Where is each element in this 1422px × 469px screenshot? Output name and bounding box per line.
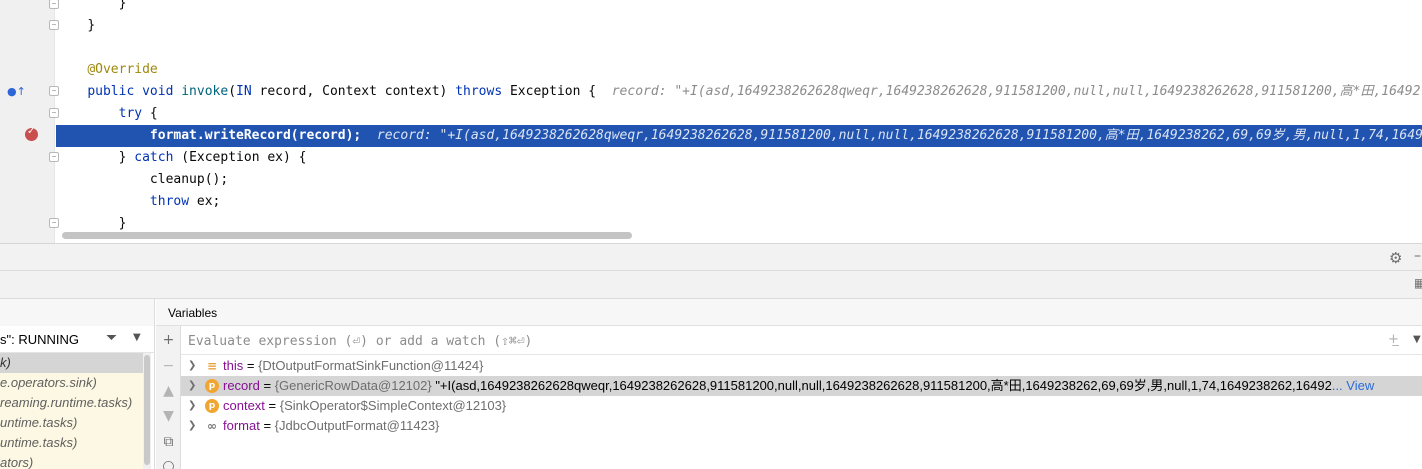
gear-icon[interactable]: ⚙ bbox=[1389, 249, 1402, 267]
stack-frame[interactable]: ators) bbox=[0, 453, 143, 469]
debug-tool-header: ⚙ – bbox=[0, 244, 1422, 271]
minimize-icon[interactable]: – bbox=[1414, 248, 1421, 264]
plus-icon[interactable]: + bbox=[160, 332, 177, 349]
filter-icon[interactable]: ⏷ bbox=[106, 330, 117, 346]
code-line-method-signature: public void invoke(IN record, Context co… bbox=[87, 84, 1421, 99]
variable-row-context[interactable]: ❯ p context = {SinkOperator$SimpleContex… bbox=[181, 396, 1422, 416]
parameter-icon: p bbox=[205, 399, 219, 413]
field-stack-icon: ≡ bbox=[206, 359, 218, 373]
frames-scrollbar[interactable] bbox=[143, 353, 151, 469]
frames-panel: s": RUNNING ⏷ ▼ k) e.operators.sink) rea… bbox=[0, 299, 155, 469]
debug-toolbar: ▦ bbox=[0, 271, 1422, 299]
variable-row-this[interactable]: ❯ ≡ this = {DtOutputFormatSinkFunction@1… bbox=[181, 356, 1422, 376]
stack-frame[interactable]: e.operators.sink) bbox=[0, 373, 143, 393]
layout-icon[interactable]: ▦ bbox=[1414, 276, 1422, 290]
editor-gutter[interactable] bbox=[0, 0, 54, 243]
expand-chevron-icon[interactable]: ❯ bbox=[188, 356, 196, 376]
expand-chevron-icon[interactable]: ❯ bbox=[188, 376, 196, 396]
thread-selector[interactable]: s": RUNNING ⏷ ▼ bbox=[0, 326, 154, 353]
minus-icon[interactable]: − bbox=[160, 358, 177, 375]
code-line: } catch (Exception ex) { bbox=[118, 150, 307, 165]
expand-chevron-icon[interactable]: ❯ bbox=[188, 416, 196, 436]
code-line: } bbox=[118, 0, 127, 11]
code-editor[interactable]: ●↑ } } @Override public void invoke(IN r… bbox=[0, 0, 1422, 243]
stack-frame[interactable]: reaming.runtime.tasks) bbox=[0, 393, 143, 413]
variables-side-toolbar: + − ▲ ▼ ⧉ ○ bbox=[156, 326, 181, 469]
horizontal-scrollbar[interactable] bbox=[62, 232, 632, 239]
code-line: throw ex; bbox=[149, 194, 221, 209]
variables-tree: ❯ ≡ this = {DtOutputFormatSinkFunction@1… bbox=[181, 356, 1422, 436]
variables-title: Variables bbox=[168, 306, 218, 320]
view-link[interactable]: ... View bbox=[1332, 378, 1374, 393]
arrow-down-icon[interactable]: ▼ bbox=[160, 408, 177, 425]
code-line: try { bbox=[118, 106, 158, 121]
stack-frame[interactable]: untime.tasks) bbox=[0, 433, 143, 453]
code-line: } bbox=[87, 18, 96, 33]
code-line: cleanup(); bbox=[149, 172, 229, 187]
override-gutter-icon[interactable]: ●↑ bbox=[7, 85, 26, 99]
more-icon[interactable]: ○ bbox=[160, 458, 177, 469]
breakpoint-icon[interactable] bbox=[25, 126, 38, 141]
frames-header bbox=[0, 299, 154, 326]
chevron-down-icon[interactable]: ▼ bbox=[1413, 334, 1421, 345]
current-execution-line: format.writeRecord(record); record: "+I(… bbox=[56, 125, 1422, 147]
arrow-up-icon[interactable]: ▲ bbox=[160, 383, 177, 400]
inline-value-hint: record: "+I(asd,1649238262628qweqr,16492… bbox=[376, 128, 1422, 143]
gutter-divider bbox=[54, 0, 55, 243]
variables-header: Variables bbox=[156, 299, 1422, 326]
frame-list: k) e.operators.sink) reaming.runtime.tas… bbox=[0, 353, 143, 469]
evaluate-bar: +̲ ▼ bbox=[181, 326, 1422, 355]
code-line: @Override bbox=[56, 59, 1422, 81]
evaluate-expression-input[interactable] bbox=[188, 331, 1368, 351]
add-watch-icon[interactable]: +̲ bbox=[1388, 332, 1399, 347]
stack-frame[interactable]: untime.tasks) bbox=[0, 413, 143, 433]
copy-icon[interactable]: ⧉ bbox=[160, 434, 177, 451]
variable-row-format[interactable]: ❯ ∞ format = {JdbcOutputFormat@11423} bbox=[181, 416, 1422, 436]
stack-frame[interactable]: k) bbox=[0, 353, 143, 373]
parameter-icon: p bbox=[205, 379, 219, 393]
variable-row-record[interactable]: ❯ p record = {GenericRowData@12102} "+I(… bbox=[181, 376, 1422, 396]
scroll-thumb[interactable] bbox=[144, 355, 150, 465]
watch-glasses-icon: ∞ bbox=[207, 419, 217, 433]
inline-value-hint: record: "+I(asd,1649238262628qweqr,16492… bbox=[611, 84, 1421, 99]
expand-chevron-icon[interactable]: ❯ bbox=[188, 396, 196, 416]
thread-label: s": RUNNING bbox=[0, 332, 80, 347]
chevron-down-icon[interactable]: ▼ bbox=[133, 332, 141, 343]
override-annotation: @Override bbox=[87, 62, 158, 77]
